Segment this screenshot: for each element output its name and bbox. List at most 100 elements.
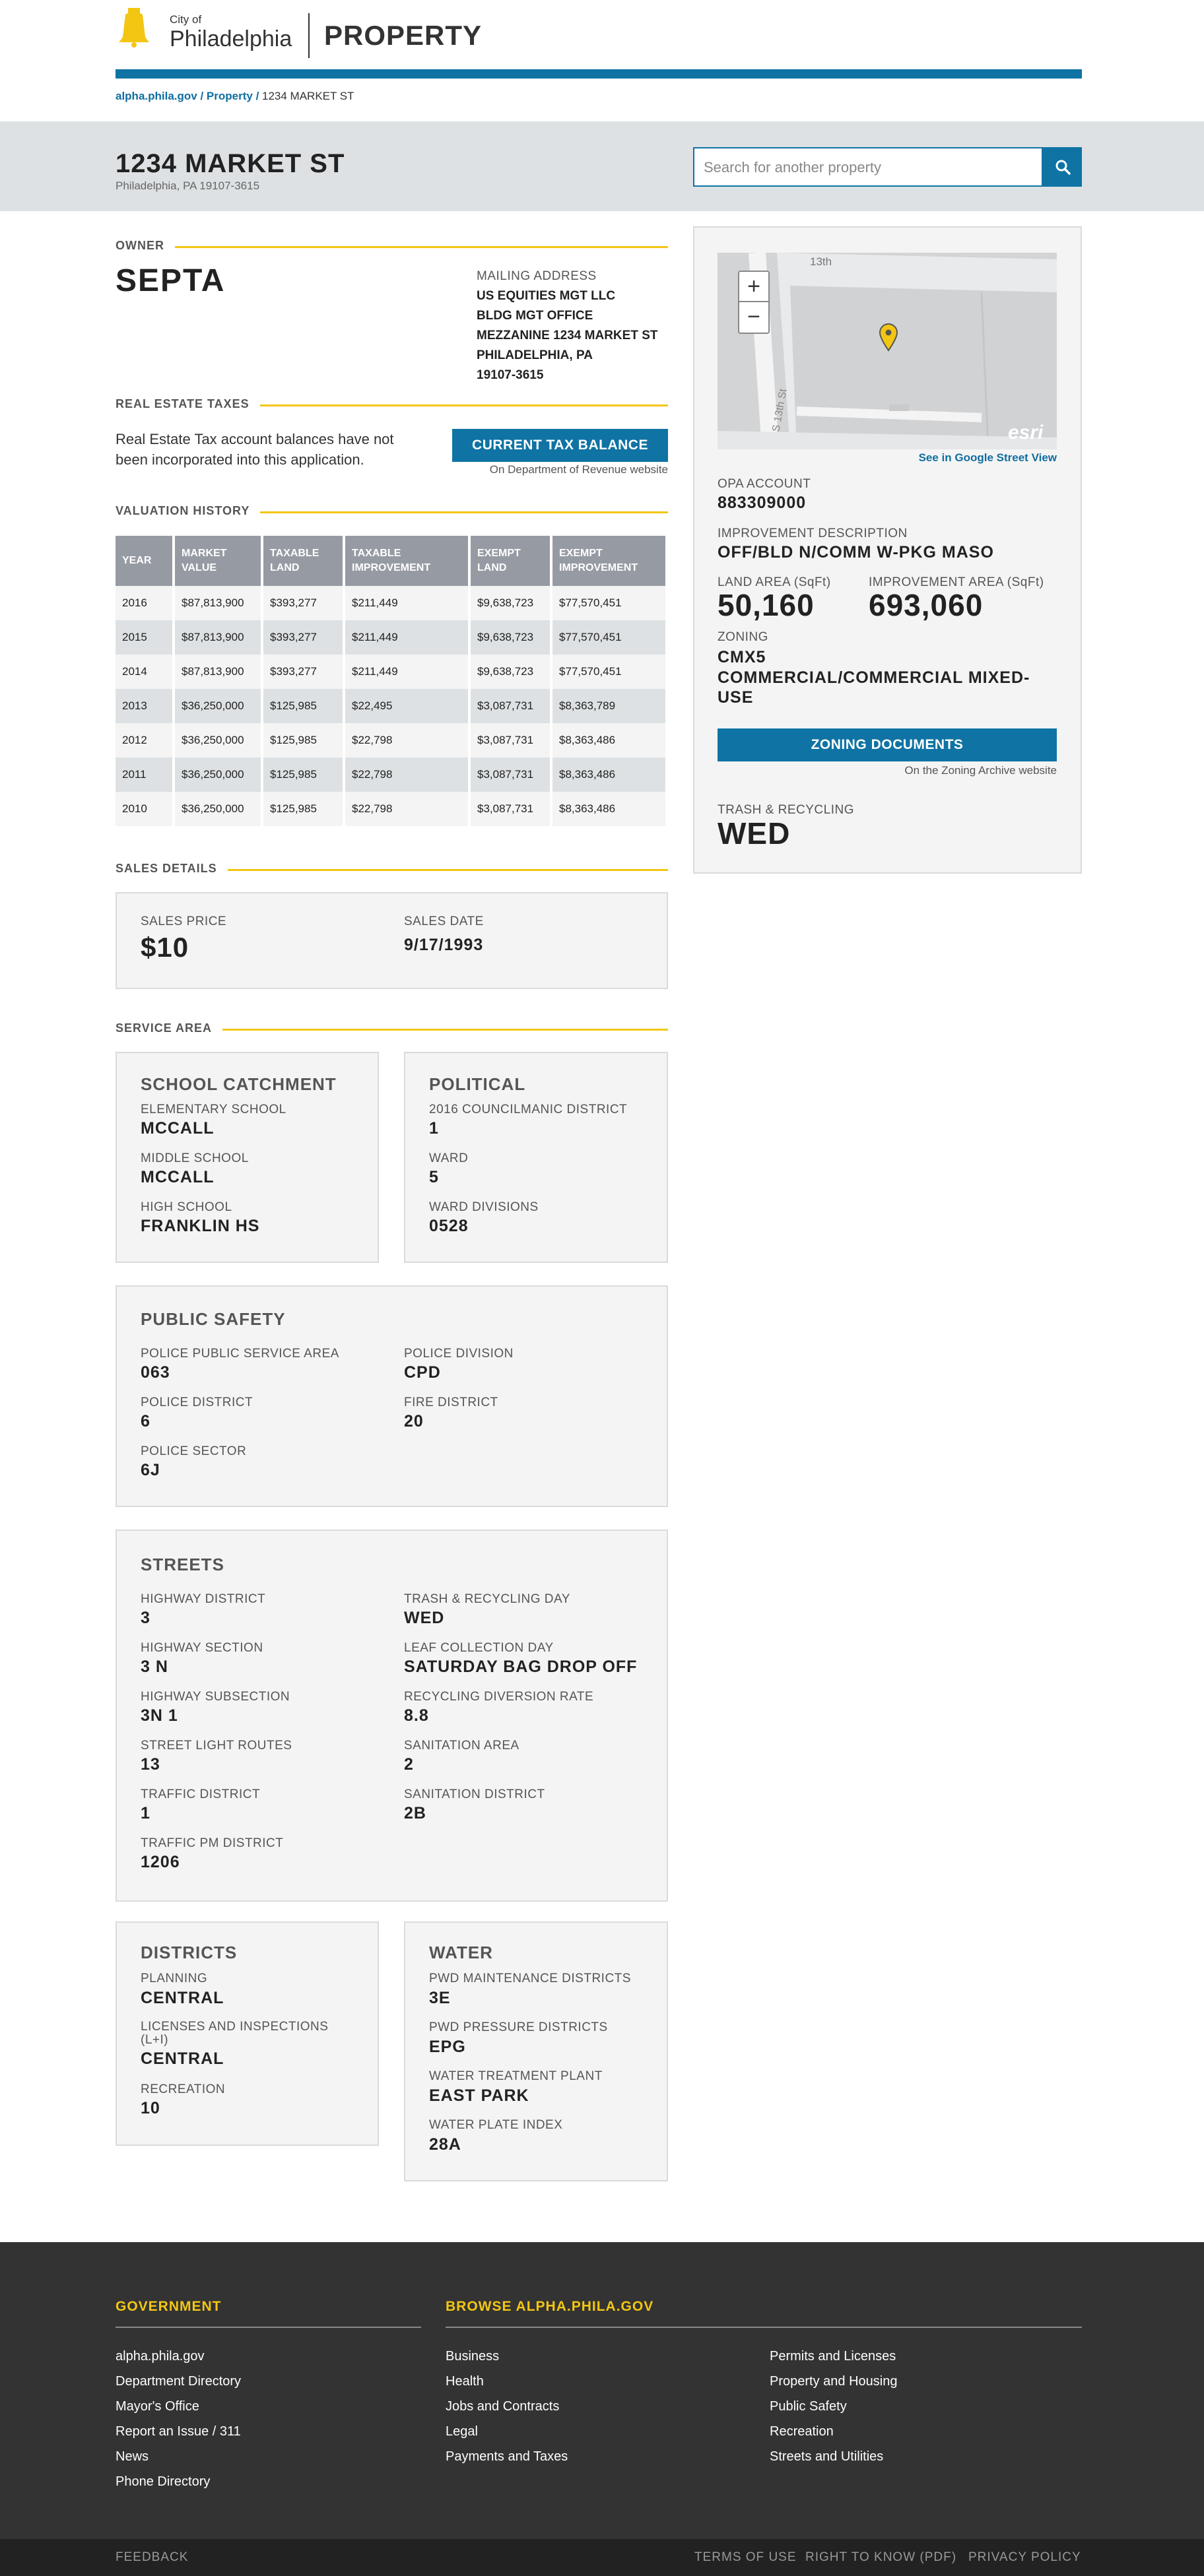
field-label: 2016 COUNCILMANIC DISTRICT (429, 1103, 628, 1116)
footer-link[interactable]: Department Directory (116, 2374, 241, 2389)
zoom-out-button[interactable]: − (739, 302, 768, 333)
footer-link[interactable]: Mayor's Office (116, 2399, 199, 2414)
field-value: SATURDAY BAG DROP OFF (404, 1658, 638, 1676)
terms-of-use-link[interactable]: TERMS OF USE (694, 2550, 797, 2565)
card-title: DISTRICTS (141, 1943, 238, 1962)
current-tax-balance-button[interactable]: CURRENT TAX BALANCE (452, 429, 668, 462)
breadcrumb-property-link[interactable]: Property (207, 90, 253, 102)
table-cell: $8,363,789 (551, 689, 665, 723)
card-title: PUBLIC SAFETY (141, 1309, 286, 1329)
field-label: WARD (429, 1151, 469, 1165)
zoning-documents-note: On the Zoning Archive website (904, 764, 1057, 777)
field-value: 3E (429, 1989, 451, 2007)
search-button[interactable] (1043, 147, 1082, 187)
header-accent-bar (116, 69, 1082, 79)
footer-link[interactable]: Streets and Utilities (770, 2449, 883, 2464)
field-label: TRAFFIC PM DISTRICT (141, 1836, 284, 1850)
field-label: RECYCLING DIVERSION RATE (404, 1690, 594, 1704)
footer-link[interactable]: Health (446, 2374, 484, 2389)
taxes-section-heading: REAL ESTATE TAXES (116, 397, 668, 413)
table-cell: $211,449 (344, 586, 471, 620)
field-label: HIGH SCHOOL (141, 1200, 232, 1214)
table-cell: $77,570,451 (551, 586, 665, 620)
table-cell: $393,277 (262, 586, 345, 620)
footer-link[interactable]: Legal (446, 2424, 478, 2439)
field-value: 1 (141, 1804, 150, 1822)
field-label: TRASH & RECYCLING DAY (404, 1592, 570, 1606)
property-search-input[interactable]: Search for another property (693, 147, 1043, 187)
esri-watermark: esri (1008, 422, 1044, 443)
table-cell: $22,798 (344, 723, 471, 757)
field-value: 20 (404, 1412, 424, 1431)
table-row: 2016 $87,813,900 $393,277 $211,449 $9,638,72… (116, 586, 665, 620)
table-row: 2015 $87,813,900 $393,277 $211,449 $9,638,72… (116, 620, 665, 655)
field-value: MCCALL (141, 1168, 215, 1186)
footer-link[interactable]: Recreation (770, 2424, 834, 2439)
property-city-zip: Philadelphia, PA 19107-3615 (116, 179, 260, 192)
table-cell: $8,363,486 (551, 792, 665, 826)
footer-link[interactable]: Report an Issue / 311 (116, 2424, 241, 2439)
table-cell: $393,277 (262, 620, 345, 655)
field-value: 5 (429, 1168, 439, 1186)
footer-government-heading: GOVERNMENT (116, 2299, 222, 2314)
improvement-description-label: IMPROVEMENT DESCRIPTION (718, 527, 908, 540)
field-value: 1 (429, 1119, 439, 1138)
footer-link[interactable]: Payments and Taxes (446, 2449, 568, 2464)
valuation-body: 2016 $87,813,900 $393,277 $211,449 $9,638,72… (116, 586, 665, 826)
field-label: HIGHWAY SUBSECTION (141, 1690, 290, 1704)
valuation-section-heading: VALUATION HISTORY (116, 504, 668, 520)
table-cell: 2012 (116, 723, 175, 757)
field-label: STREET LIGHT ROUTES (141, 1739, 292, 1753)
sales-section-heading: SALES DETAILS (116, 862, 668, 878)
property-marker-icon[interactable] (879, 323, 898, 352)
liberty-bell-icon[interactable] (119, 8, 149, 48)
field-value: EAST PARK (429, 2086, 529, 2105)
footer-link[interactable]: News (116, 2449, 149, 2464)
footer-browse-heading: BROWSE ALPHA.PHILA.GOV (446, 2299, 654, 2314)
table-cell: $125,985 (262, 757, 345, 792)
table-row: 2010 $36,250,000 $125,985 $22,798 $3,087,731… (116, 792, 665, 826)
column-header: TAXABLE LAND (262, 536, 345, 586)
footer-divider (446, 2327, 1082, 2328)
privacy-policy-link[interactable]: PRIVACY POLICY (968, 2550, 1081, 2565)
field-value: CENTRAL (141, 1989, 224, 2007)
mailing-address-label: MAILING ADDRESS (477, 269, 597, 283)
table-cell: $77,570,451 (551, 620, 665, 655)
zoom-in-button[interactable]: + (739, 272, 768, 302)
improvement-description-value: OFF/BLD N/COMM W-PKG MASO (718, 543, 994, 562)
table-row: 2013 $36,250,000 $125,985 $22,495 $3,087,731… (116, 689, 665, 723)
footer-link[interactable]: Public Safety (770, 2399, 847, 2414)
footer-link[interactable]: Property and Housing (770, 2374, 897, 2389)
card-title: WATER (429, 1943, 493, 1962)
table-cell: $211,449 (344, 620, 471, 655)
footer-link[interactable]: Phone Directory (116, 2474, 210, 2490)
right-to-know-link[interactable]: RIGHT TO KNOW (PDF) (805, 2550, 956, 2565)
field-value: 2 (404, 1755, 414, 1774)
table-cell: $36,250,000 (174, 757, 263, 792)
sales-price-value: $10 (141, 932, 189, 963)
street-view-link[interactable]: See in Google Street View (858, 451, 1057, 465)
service-area-section-heading: SERVICE AREA (116, 1021, 668, 1037)
column-header: YEAR (116, 536, 175, 586)
map-zoom-control: + − (738, 271, 770, 334)
breadcrumb-home-link[interactable]: alpha.phila.gov (116, 90, 197, 102)
footer-link[interactable]: Business (446, 2349, 499, 2364)
footer-link[interactable]: Permits and Licenses (770, 2349, 896, 2364)
sales-date-value: 9/17/1993 (404, 936, 484, 954)
app-title[interactable]: PROPERTY (324, 20, 482, 51)
field-label: WATER PLATE INDEX (429, 2118, 563, 2132)
feedback-link[interactable]: FEEDBACK (116, 2550, 188, 2565)
field-value: 6J (141, 1461, 160, 1479)
field-label: FIRE DISTRICT (404, 1396, 498, 1409)
field-label: PWD MAINTENANCE DISTRICTS (429, 1972, 631, 1985)
field-label: MIDDLE SCHOOL (141, 1151, 249, 1165)
zoning-documents-button[interactable]: ZONING DOCUMENTS (718, 728, 1057, 761)
table-cell: $36,250,000 (174, 689, 263, 723)
footer-link[interactable]: Jobs and Contracts (446, 2399, 559, 2414)
footer-link[interactable]: alpha.phila.gov (116, 2349, 205, 2364)
logo-city-name[interactable]: Philadelphia (170, 26, 292, 52)
column-header: EXEMPT LAND (469, 536, 552, 586)
field-value: 3N 1 (141, 1706, 178, 1725)
table-cell: $125,985 (262, 723, 345, 757)
land-area-value: 50,160 (718, 588, 815, 622)
